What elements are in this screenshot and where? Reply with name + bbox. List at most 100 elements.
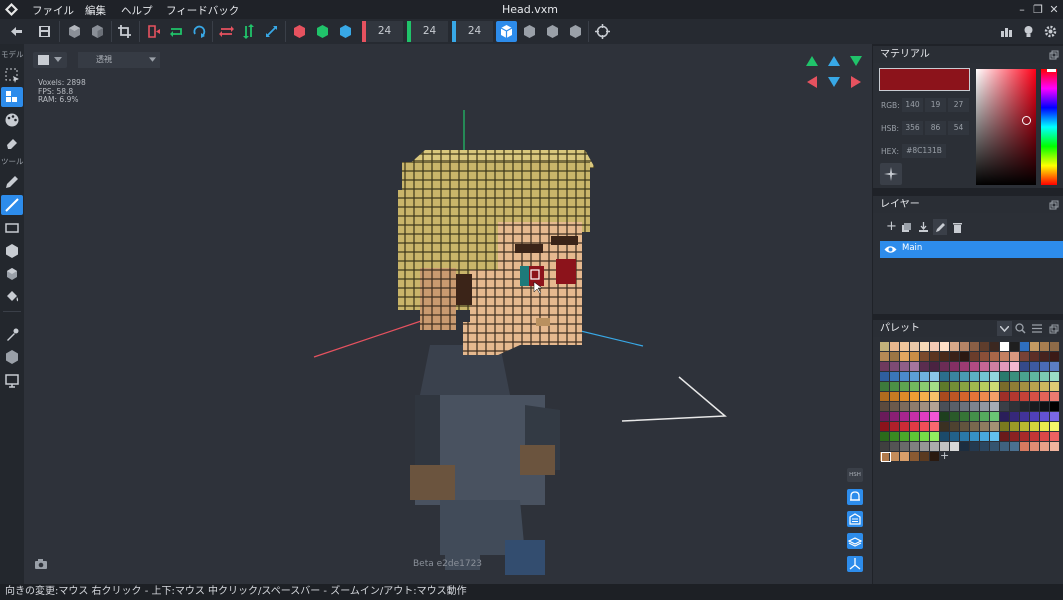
palette-swatch[interactable]	[910, 342, 919, 351]
palette-menu-button[interactable]	[997, 321, 1012, 336]
palette-swatch[interactable]	[980, 442, 989, 451]
palette-swatch[interactable]	[990, 392, 999, 401]
palette-swatch[interactable]	[1000, 362, 1009, 371]
palette-swatch[interactable]	[1050, 442, 1059, 451]
tool-paint-palette[interactable]	[1, 110, 23, 130]
palette-swatch[interactable]	[970, 442, 979, 451]
palette-swatch[interactable]	[920, 442, 929, 451]
palette-swatch[interactable]	[900, 342, 909, 351]
palette-swatch[interactable]	[910, 372, 919, 381]
palette-swatch[interactable]	[930, 442, 939, 451]
target-button[interactable]	[592, 21, 613, 42]
palette-swatch[interactable]	[910, 422, 919, 431]
palette-swatch[interactable]	[1010, 372, 1019, 381]
palette-swatch[interactable]	[970, 432, 979, 441]
tool-eraser[interactable]	[1, 133, 23, 153]
palette-swatch[interactable]	[960, 342, 969, 351]
merge-layer-icon[interactable]	[918, 222, 929, 233]
save-button[interactable]	[34, 21, 55, 42]
tool-box[interactable]	[1, 241, 23, 261]
palette-swatch[interactable]	[910, 402, 919, 411]
palette-swatch[interactable]	[1050, 412, 1059, 421]
palette-swatch[interactable]	[890, 362, 899, 371]
palette-swatch[interactable]	[960, 392, 969, 401]
palette-swatch[interactable]	[1010, 402, 1019, 411]
palette-swatch[interactable]	[1050, 342, 1059, 351]
palette-swatch[interactable]	[1030, 392, 1039, 401]
palette-swatch[interactable]	[1030, 382, 1039, 391]
palette-swatch[interactable]	[920, 422, 929, 431]
palette-swatch[interactable]	[1000, 372, 1009, 381]
palette-swatch[interactable]	[1020, 412, 1029, 421]
palette-swatch[interactable]	[1050, 352, 1059, 361]
palette-swatch[interactable]	[900, 362, 909, 371]
palette-swatch[interactable]	[940, 372, 949, 381]
palette-swatch[interactable]	[920, 352, 929, 361]
swap-red-button[interactable]	[216, 21, 237, 42]
palette-swatch[interactable]	[1000, 432, 1009, 441]
palette-swatch[interactable]	[960, 442, 969, 451]
palette-swatch[interactable]	[890, 402, 899, 411]
palette-swatch[interactable]	[950, 352, 959, 361]
palette-swatch[interactable]	[900, 382, 909, 391]
palette-swatch[interactable]	[940, 342, 949, 351]
palette-swatch[interactable]	[1040, 422, 1049, 431]
palette-swatch[interactable]	[950, 412, 959, 421]
tool-select-voxel[interactable]	[1, 87, 23, 107]
palette-swatch[interactable]	[1040, 412, 1049, 421]
palette-swatch[interactable]	[880, 402, 889, 411]
palette-swatch[interactable]	[1030, 442, 1039, 451]
palette-swatch[interactable]	[900, 422, 909, 431]
palette-swatch[interactable]	[1030, 362, 1039, 371]
palette-swatch[interactable]	[980, 362, 989, 371]
undock-icon[interactable]	[1049, 200, 1059, 210]
tool-line[interactable]	[1, 195, 23, 215]
palette-swatch[interactable]	[880, 412, 889, 421]
view-cube4-button[interactable]	[565, 21, 586, 42]
palette-swatch[interactable]	[1020, 362, 1029, 371]
stats-button[interactable]	[996, 21, 1017, 42]
palette-swatch[interactable]	[890, 392, 899, 401]
palette-swatch[interactable]	[910, 442, 919, 451]
palette-swatch[interactable]	[940, 392, 949, 401]
palette-swatch[interactable]	[890, 432, 899, 441]
rgb-g-field[interactable]: 19	[925, 98, 946, 112]
tool-fill[interactable]	[1, 286, 23, 306]
palette-swatch[interactable]	[960, 412, 969, 421]
palette-swatch[interactable]	[900, 432, 909, 441]
palette-swatch[interactable]	[1010, 412, 1019, 421]
green-axis-cube-button[interactable]	[312, 21, 333, 42]
palette-swatch[interactable]	[980, 402, 989, 411]
palette-swatch[interactable]	[990, 432, 999, 441]
undock-icon[interactable]	[1049, 324, 1059, 334]
palette-swatch[interactable]	[1000, 342, 1009, 351]
palette-swatch[interactable]	[1040, 392, 1049, 401]
palette-swatch[interactable]	[1040, 442, 1049, 451]
palette-swatch[interactable]	[930, 372, 939, 381]
palette-swatch[interactable]	[980, 342, 989, 351]
palette-swatch[interactable]	[1050, 392, 1059, 401]
flip-red-button[interactable]	[143, 21, 164, 42]
palette-swatch[interactable]	[990, 372, 999, 381]
swap-blue-button[interactable]	[261, 21, 282, 42]
crop-button[interactable]	[114, 21, 135, 42]
minimize-button[interactable]: –	[1014, 2, 1030, 17]
saturation-brightness-picker[interactable]	[976, 69, 1036, 185]
palette-swatch[interactable]	[930, 402, 939, 411]
palette-swatch[interactable]	[980, 372, 989, 381]
trash-icon[interactable]	[952, 222, 963, 233]
palette-swatch[interactable]	[1010, 422, 1019, 431]
settings-button[interactable]	[1040, 21, 1061, 42]
palette-swatch[interactable]	[1010, 432, 1019, 441]
palette-swatch[interactable]	[1000, 412, 1009, 421]
palette-swatch[interactable]	[1000, 422, 1009, 431]
palette-swatch[interactable]	[1010, 442, 1019, 451]
palette-swatch[interactable]	[950, 442, 959, 451]
palette-swatch[interactable]	[1020, 432, 1029, 441]
palette-swatch[interactable]	[1040, 352, 1049, 361]
palette-swatch[interactable]	[1040, 372, 1049, 381]
hsb-s-field[interactable]: 86	[925, 121, 946, 135]
palette-swatch[interactable]	[980, 422, 989, 431]
tool-eyedropper[interactable]	[1, 325, 23, 345]
hsb-h-field[interactable]: 356	[902, 121, 923, 135]
